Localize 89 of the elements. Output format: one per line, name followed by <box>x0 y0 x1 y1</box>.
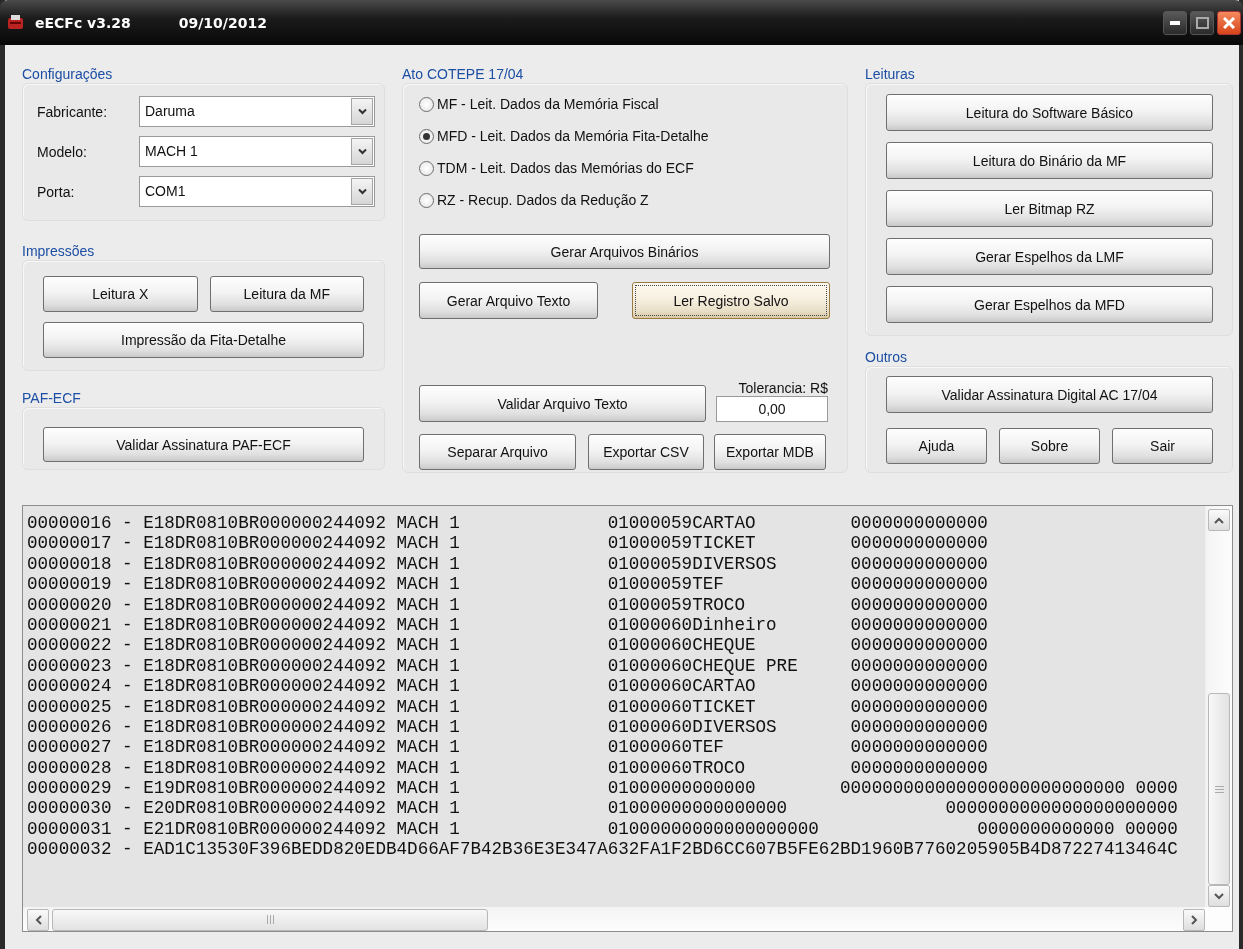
tolerance-field[interactable]: 0,00 <box>716 396 828 422</box>
chevron-left-icon <box>34 914 42 925</box>
minimize-button[interactable] <box>1163 10 1187 35</box>
read-button[interactable]: Leitura do Software Básico <box>886 94 1213 131</box>
log-line: 00000030 - E20DR0810BR000000244092 MACH 1 01000000000000000 0000000000000000000000 <box>27 798 1179 819</box>
read-button[interactable]: Ler Bitmap RZ <box>886 190 1213 227</box>
group-title: Ato COTEPE 17/04 <box>402 66 524 83</box>
read-button[interactable]: Leitura do Binário da MF <box>886 142 1213 179</box>
radio-option[interactable]: MF - Leit. Dados da Memória Fiscal <box>419 92 830 116</box>
export-button[interactable]: Exportar CSV <box>588 434 704 470</box>
vertical-scrollbar[interactable] <box>1205 506 1232 907</box>
close-button[interactable] <box>1217 10 1241 35</box>
log-line: 00000019 - E18DR0810BR000000244092 MACH 1 01000059TEF 0000000000000 <box>27 574 989 595</box>
log-line: 00000032 - EAD1C13530F396BEDD820EDB4D66AF7B42B36E3E347A632FA1F2BD6CC607B5FE62BD1960B7760205905B4D87227413464C <box>27 839 1179 860</box>
app-icon <box>6 13 26 32</box>
group-title: Impressões <box>22 243 95 260</box>
log-line: 00000021 - E18DR0810BR000000244092 MACH 1 01000060Dinheiro 0000000000000 <box>27 614 989 636</box>
about-button[interactable]: Sobre <box>999 428 1100 464</box>
log-line: 00000027 - E18DR0810BR000000244092 MACH 1 01000060TEF 0000000000000 <box>27 737 989 758</box>
group-title: Leituras <box>865 66 915 83</box>
horizontal-scrollbar[interactable] <box>23 907 1205 931</box>
log-line: 00000020 - E18DR0810BR000000244092 MACH 1 01000059TROCO 0000000000000 <box>27 594 989 615</box>
dropdown-value: COM1 <box>144 182 187 201</box>
tolerance-label: Tolerancia: R$ <box>738 381 828 396</box>
print-button[interactable]: Impressão da Fita-Detalhe <box>43 322 364 358</box>
dropdown-value: MACH 1 <box>144 142 199 161</box>
log-line: 00000026 - E18DR0810BR000000244092 MACH 1 01000060DIVERSOS 0000000000000 <box>27 716 989 738</box>
group-title: Configurações <box>22 66 113 83</box>
log-line: 00000022 - E18DR0810BR000000244092 MACH 1 01000060CHEQUE 0000000000000 <box>27 635 989 656</box>
validate-button[interactable]: Validar Assinatura Digital AC 17/04 <box>886 376 1213 413</box>
log-line: 00000023 - E18DR0810BR000000244092 MACH 1 01000060CHEQUE PRE 0000000000000 <box>27 655 989 677</box>
close-icon <box>1223 16 1235 29</box>
scroll-left-button[interactable] <box>27 908 49 931</box>
chevron-right-icon <box>1190 914 1198 925</box>
scroll-right-button[interactable] <box>1183 908 1205 931</box>
chevron-down-icon <box>357 108 367 115</box>
chevron-up-icon <box>1214 516 1224 524</box>
model-dropdown[interactable]: MACH 1 <box>139 136 375 167</box>
generate-button[interactable]: Gerar Arquivo Texto <box>419 282 598 319</box>
manufacturer-dropdown[interactable]: Daruma <box>139 96 375 127</box>
log-line: 00000025 - E18DR0810BR000000244092 MACH 1 01000060TICKET 0000000000000 <box>27 696 989 717</box>
scroll-up-button[interactable] <box>1208 509 1230 531</box>
radio-button[interactable] <box>419 192 434 208</box>
window-date: 09/10/2012 <box>178 14 267 31</box>
log-line: 00000016 - E18DR0810BR000000244092 MACH 1 01000059CARTAO 0000000000000 <box>27 513 989 534</box>
chevron-down-icon <box>1214 892 1224 900</box>
group-title: PAF-ECF <box>22 390 81 407</box>
exit-button[interactable]: Sair <box>1112 428 1213 464</box>
radio-option[interactable]: TDM - Leit. Dados das Memórias do ECF <box>419 156 830 180</box>
log-line: 00000029 - E19DR0810BR000000244092 MACH 1 01000000000000 000000000000000000000000000 0000 <box>27 778 1179 799</box>
validate-button[interactable]: Validar Assinatura PAF-ECF <box>43 427 364 462</box>
field-label: Fabricante: <box>37 103 109 120</box>
log-line: 00000031 - E21DR0810BR000000244092 MACH 1 01000000000000000000 0000000000000 00000 <box>27 818 1179 840</box>
help-button[interactable]: Ajuda <box>886 428 987 464</box>
minimize-icon <box>1170 20 1180 25</box>
validate-button[interactable]: Validar Arquivo Texto <box>419 385 706 422</box>
read-button[interactable]: Gerar Espelhos da LMF <box>886 238 1213 275</box>
radio-option[interactable]: MFD - Leit. Dados da Memória Fita-Detalhe <box>419 124 830 148</box>
field-label: Porta: <box>37 183 76 200</box>
print-button[interactable]: Leitura X <box>43 276 198 312</box>
scrollbar-corner <box>1205 907 1232 931</box>
window-title: eECFc v3.28 <box>35 14 131 31</box>
group-title: Outros <box>865 349 907 366</box>
radio-button[interactable] <box>419 128 434 144</box>
radio-option[interactable]: RZ - Recup. Dados da Redução Z <box>419 188 830 212</box>
grip-icon <box>1214 785 1224 793</box>
field-label: Modelo: <box>37 143 88 160</box>
maximize-icon <box>1195 16 1209 29</box>
log-line: 00000024 - E18DR0810BR000000244092 MACH 1 01000060CARTAO 0000000000000 <box>27 676 989 697</box>
scroll-thumb[interactable] <box>1208 693 1230 885</box>
log-line: 00000017 - E18DR0810BR000000244092 MACH 1 01000059TICKET 0000000000000 <box>27 533 989 554</box>
chevron-down-icon <box>357 148 367 155</box>
read-button[interactable]: Ler Registro Salvo <box>632 282 830 319</box>
scroll-thumb[interactable] <box>52 908 488 931</box>
print-button[interactable]: Leitura da MF <box>209 276 364 312</box>
export-button[interactable]: Exportar MDB <box>714 434 826 470</box>
read-button[interactable]: Gerar Espelhos da MFD <box>886 286 1213 323</box>
radio-button[interactable] <box>419 96 434 112</box>
maximize-button[interactable] <box>1190 10 1214 35</box>
radio-button[interactable] <box>419 160 434 176</box>
split-button[interactable]: Separar Arquivo <box>419 434 576 470</box>
chevron-down-icon <box>357 188 367 195</box>
grip-icon <box>266 915 274 924</box>
dropdown-value: Daruma <box>144 102 196 121</box>
port-dropdown[interactable]: COM1 <box>139 176 375 207</box>
scroll-down-button[interactable] <box>1208 885 1230 907</box>
log-line: 00000018 - E18DR0810BR000000244092 MACH 1 01000059DIVERSOS 0000000000000 <box>27 553 989 575</box>
log-line: 00000028 - E18DR0810BR000000244092 MACH 1 01000060TROCO 0000000000000 <box>27 757 989 779</box>
generate-button[interactable]: Gerar Arquivos Binários <box>419 234 830 269</box>
